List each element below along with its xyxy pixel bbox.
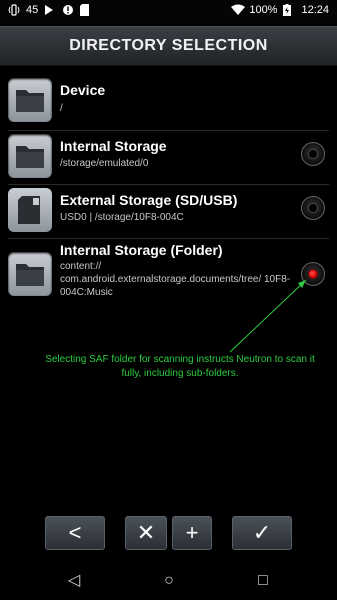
remove-button[interactable]: ✕ [125, 516, 167, 550]
annotation-text: Selecting SAF folder for scanning instru… [45, 354, 315, 379]
back-button[interactable]: < [45, 516, 105, 550]
nav-home-icon[interactable]: ○ [158, 570, 180, 592]
add-button[interactable]: + [172, 516, 212, 550]
annotation-arrow [229, 279, 307, 353]
confirm-button[interactable]: ✓ [232, 516, 292, 550]
nav-back-icon[interactable]: ◁ [63, 570, 85, 592]
nav-recents-icon[interactable]: □ [252, 570, 274, 592]
system-nav-bar: ◁ ○ □ [0, 562, 337, 600]
